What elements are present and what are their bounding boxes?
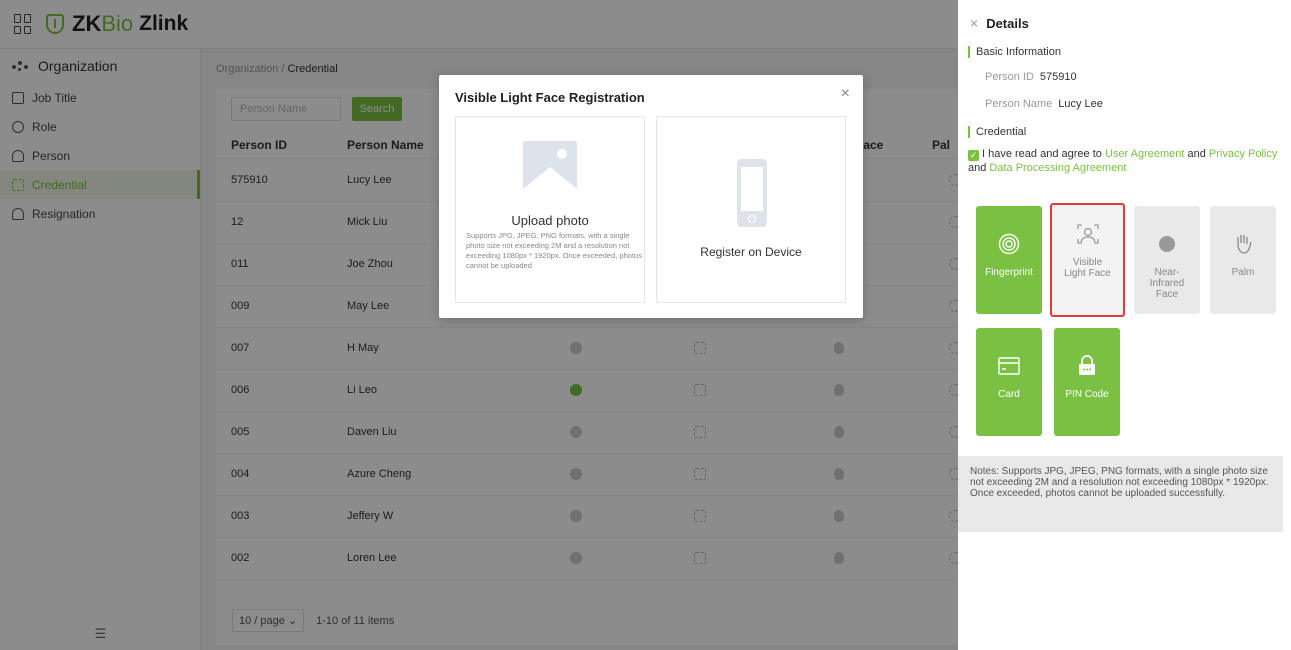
palm-label: Palm — [1231, 267, 1255, 278]
lock-icon — [1079, 355, 1095, 375]
agreement-checkbox[interactable]: ✓ — [968, 150, 979, 161]
person-id-value: 575910 — [1039, 71, 1077, 83]
palm-tile[interactable]: Palm — [1210, 206, 1276, 314]
near-infrared-face-label: Near-Infrared Face — [1149, 267, 1185, 300]
upload-photo-description: Supports JPG, JPEG, PNG formats, with a … — [466, 231, 642, 270]
data-processing-agreement-link[interactable]: Data Processing Agreement — [989, 162, 1126, 174]
near-infrared-face-tile[interactable]: Near-Infrared Face — [1134, 206, 1200, 314]
user-agreement-link[interactable]: User Agreement — [1105, 148, 1184, 160]
card-label: Card — [998, 389, 1020, 400]
modal-title: Visible Light Face Registration — [455, 90, 645, 105]
card-tile[interactable]: Card — [976, 328, 1042, 436]
person-name-label: Person Name — [985, 98, 1053, 110]
device-icon — [737, 159, 767, 227]
person-id-label: Person ID — [985, 71, 1034, 83]
visible-light-face-label: Visible Light Face — [1064, 257, 1111, 279]
face-registration-modal: Visible Light Face Registration × Upload… — [439, 75, 863, 318]
image-placeholder-icon — [523, 141, 577, 189]
agreement-text: ✓ I have read and agree to User Agreement… — [968, 147, 1281, 175]
palm-icon — [1237, 235, 1252, 254]
privacy-policy-link[interactable]: Privacy Policy — [1209, 148, 1277, 160]
infrared-face-icon — [1159, 236, 1175, 252]
register-on-device-title: Register on Device — [700, 245, 802, 259]
credential-heading: Credential — [968, 126, 1291, 138]
fingerprint-icon — [998, 233, 1020, 255]
card-icon — [998, 357, 1020, 375]
visible-light-face-tile[interactable]: Visible Light Face — [1050, 203, 1125, 317]
close-icon[interactable]: × — [841, 85, 850, 103]
pin-code-label: PIN Code — [1065, 389, 1109, 400]
agreement-and: and — [1184, 148, 1209, 160]
person-name-row: Person Name Lucy Lee — [958, 91, 1291, 118]
close-icon[interactable]: × — [970, 15, 978, 31]
person-name-value: Lucy Lee — [1058, 98, 1103, 110]
details-header: × Details — [958, 0, 1291, 46]
details-title: Details — [986, 15, 1029, 31]
basic-information-heading: Basic Information — [968, 46, 1291, 58]
agreement-prefix: I have read and agree to — [982, 148, 1105, 160]
upload-photo-title: Upload photo — [511, 213, 589, 228]
details-panel: × Details Basic Information Person ID 575… — [958, 0, 1291, 650]
fingerprint-label: Fingerprint — [985, 267, 1033, 278]
face-icon — [1076, 224, 1099, 244]
fingerprint-tile[interactable]: Fingerprint — [976, 206, 1042, 314]
upload-photo-option[interactable]: Upload photo Supports JPG, JPEG, PNG for… — [455, 116, 645, 303]
person-id-row: Person ID 575910 — [958, 64, 1291, 91]
agreement-and: and — [968, 162, 990, 174]
pin-code-tile[interactable]: PIN Code — [1054, 328, 1120, 436]
register-on-device-option[interactable]: Register on Device — [656, 116, 846, 303]
notes-box: Notes: Supports JPG, JPEG, PNG formats, … — [958, 456, 1283, 532]
